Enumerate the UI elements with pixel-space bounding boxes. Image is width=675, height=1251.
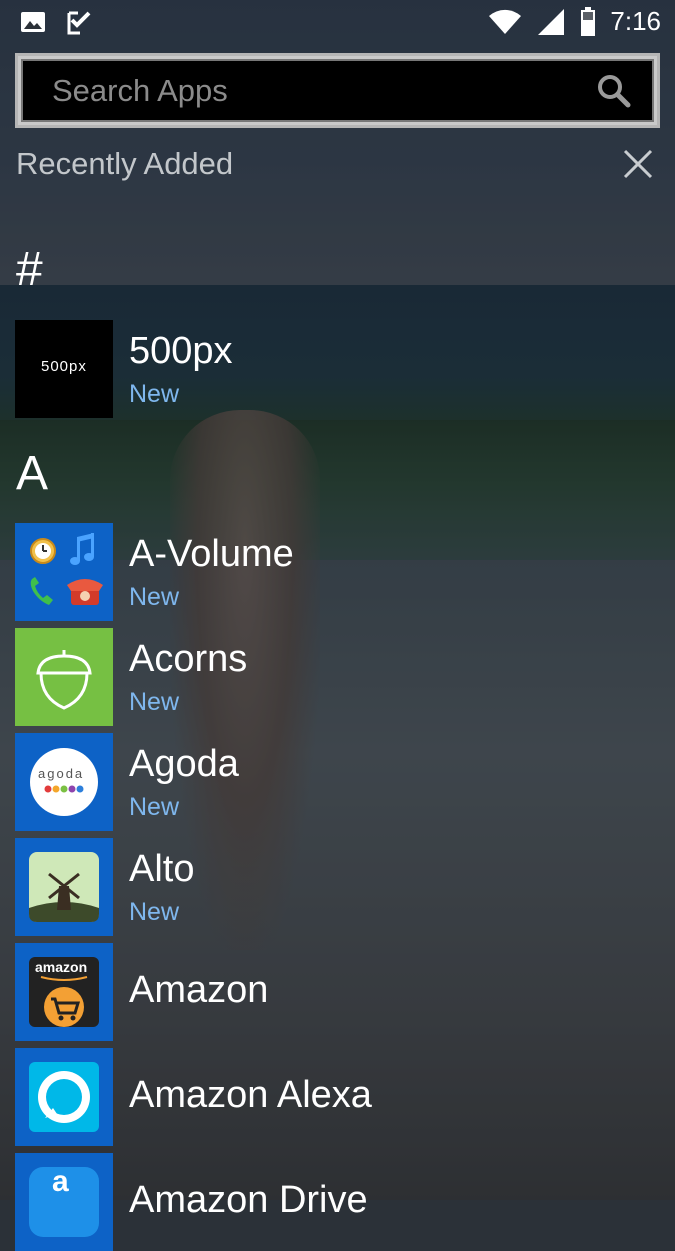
cell-signal-icon — [538, 8, 565, 35]
task-check-icon — [67, 11, 91, 35]
close-icon[interactable] — [620, 146, 656, 182]
acorns-app-icon — [15, 628, 113, 726]
search-icon[interactable] — [596, 73, 632, 109]
500px-logo-text: 500px — [41, 358, 87, 375]
phone-handset-icon — [30, 577, 53, 605]
app-item-a-volume[interactable]: A-Volume New — [15, 523, 660, 621]
app-item-acorns[interactable]: Acorns New — [15, 628, 660, 726]
app-item-amazon-drive[interactable]: a Amazon Drive — [15, 1153, 660, 1251]
new-badge: New — [129, 898, 180, 926]
app-name: Acorns — [129, 638, 248, 680]
status-time: 7:16 — [610, 6, 661, 36]
section-header-hash: # — [16, 243, 43, 296]
recently-added-label: Recently Added — [16, 146, 234, 181]
500px-app-icon: 500px — [15, 320, 113, 418]
new-badge: New — [129, 688, 180, 716]
app-item-amazon-alexa[interactable]: Amazon Alexa — [15, 1048, 660, 1146]
new-badge: New — [129, 583, 180, 611]
amazon-drive-app-icon: a — [15, 1153, 113, 1251]
alexa-ring-icon — [29, 1062, 99, 1132]
agoda-dots-icon — [44, 785, 84, 793]
search-bar[interactable] — [15, 53, 660, 128]
app-name: Amazon Drive — [129, 1179, 368, 1221]
telephone-icon — [67, 579, 103, 605]
app-item-agoda[interactable]: agoda Agoda New — [15, 733, 660, 831]
app-name: Amazon — [129, 969, 269, 1011]
alarm-clock-icon — [30, 538, 56, 564]
app-item-500px[interactable]: 500px 500px New — [15, 320, 660, 418]
new-badge: New — [129, 793, 180, 821]
app-item-alto[interactable]: Alto New — [15, 838, 660, 936]
alto-app-icon — [15, 838, 113, 936]
amazon-drive-logo-text: a — [52, 1165, 69, 1198]
app-name: A-Volume — [129, 533, 294, 575]
app-name: Agoda — [129, 743, 239, 785]
app-name: Amazon Alexa — [129, 1074, 372, 1116]
agoda-app-icon: agoda — [15, 733, 113, 831]
new-badge: New — [129, 380, 180, 408]
a-volume-app-icon — [15, 523, 113, 621]
amazon-app-icon: amazon — [15, 943, 113, 1041]
section-header-a: A — [16, 447, 49, 500]
image-icon — [21, 12, 45, 32]
app-item-amazon[interactable]: amazon Amazon — [15, 943, 660, 1041]
wifi-icon — [489, 9, 522, 34]
acorn-icon — [36, 650, 92, 710]
battery-icon — [581, 6, 596, 36]
app-name: Alto — [129, 848, 195, 890]
music-note-icon — [70, 533, 94, 565]
status-bar: 7:16 — [0, 0, 675, 46]
search-input[interactable] — [50, 71, 574, 110]
shopping-cart-icon — [40, 976, 88, 1027]
app-name: 500px — [129, 330, 233, 372]
amazon-alexa-app-icon — [15, 1048, 113, 1146]
windmill-icon — [29, 852, 99, 922]
